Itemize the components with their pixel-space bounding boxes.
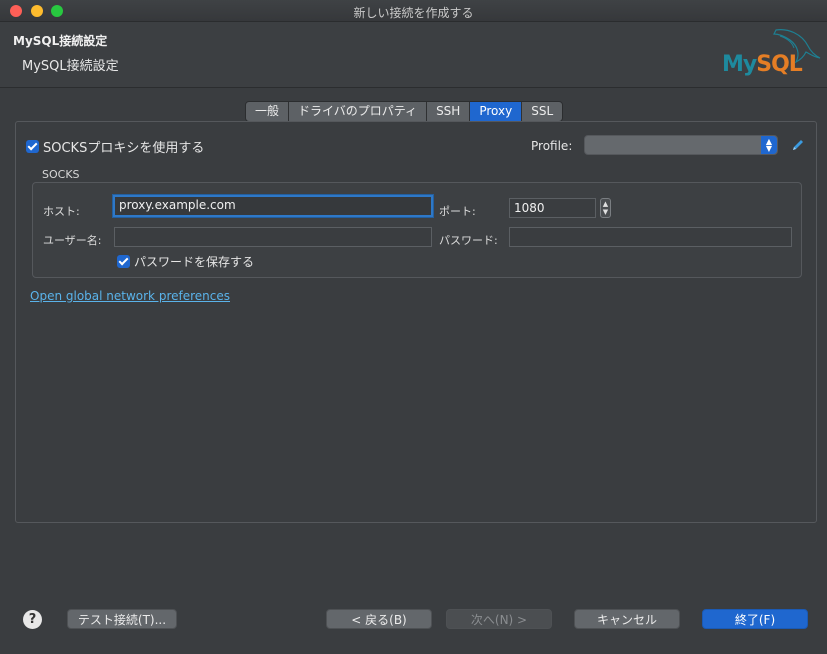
connection-tabs: 一般 ドライバのプロパティ SSH Proxy SSL	[245, 101, 564, 122]
socks-group-label: SOCKS	[42, 168, 80, 181]
tab-ssh[interactable]: SSH	[427, 102, 471, 121]
finish-button[interactable]: 終了(F)	[702, 609, 808, 629]
host-input[interactable]: proxy.example.com	[113, 195, 433, 217]
back-button[interactable]: < 戻る(B)	[326, 609, 432, 629]
proxy-panel: SOCKSプロキシを使用する Profile: ▲ ▼ SOCKS ホスト: pr…	[15, 121, 817, 523]
tab-ssl[interactable]: SSL	[522, 102, 563, 121]
dialog-header: MySQL接続設定 MySQL接続設定 MySQL	[0, 22, 827, 88]
port-stepper[interactable]: ▲ ▼	[600, 198, 611, 218]
header-subtitle: MySQL接続設定	[22, 59, 119, 74]
socks-group: ホスト: proxy.example.com ポート: 1080 ▲ ▼ ユーザー…	[32, 182, 802, 278]
header-title: MySQL接続設定	[13, 34, 108, 48]
save-password-checkbox[interactable]: パスワードを保存する	[117, 253, 254, 270]
username-input[interactable]	[114, 227, 432, 247]
port-label: ポート:	[439, 205, 476, 218]
next-button[interactable]: 次へ(N) >	[446, 609, 552, 629]
help-icon[interactable]: ?	[23, 610, 42, 629]
checkmark-icon[interactable]	[117, 255, 130, 268]
tab-driver-properties[interactable]: ドライバのプロパティ	[289, 102, 428, 121]
title-bar: 新しい接続を作成する	[0, 0, 827, 22]
cancel-button[interactable]: キャンセル	[574, 609, 680, 629]
username-label: ユーザー名:	[43, 234, 102, 247]
tab-general[interactable]: 一般	[246, 102, 290, 121]
window-title: 新しい接続を作成する	[353, 6, 474, 20]
network-preferences-link[interactable]: Open global network preferences	[30, 289, 230, 303]
use-socks-label: SOCKSプロキシを使用する	[43, 141, 205, 156]
test-connection-button[interactable]: テスト接続(T)...	[67, 609, 177, 629]
profile-label: Profile:	[531, 139, 573, 153]
checkmark-icon[interactable]	[26, 140, 39, 153]
profile-select[interactable]: ▲ ▼	[584, 135, 778, 155]
port-input[interactable]: 1080	[509, 198, 596, 218]
tab-proxy[interactable]: Proxy	[470, 102, 523, 121]
mysql-logo-text: MySQL	[722, 52, 803, 77]
password-label: パスワード:	[439, 234, 498, 247]
mysql-logo: MySQL	[716, 24, 822, 84]
save-password-label: パスワードを保存する	[134, 255, 255, 269]
host-label: ホスト:	[43, 205, 80, 218]
updown-chevron-icon[interactable]: ▲ ▼	[761, 136, 777, 154]
use-socks-checkbox[interactable]: SOCKSプロキシを使用する	[26, 137, 204, 156]
edit-pencil-icon[interactable]	[790, 137, 806, 153]
password-input[interactable]	[509, 227, 792, 247]
